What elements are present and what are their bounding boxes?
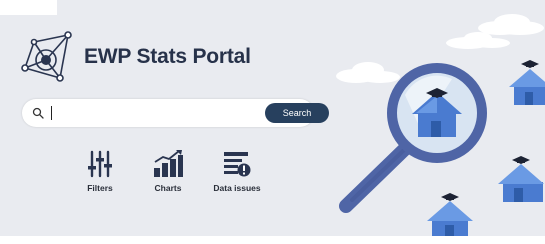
data-issues-label: Data issues <box>213 183 261 193</box>
portal-title: EWP Stats Portal <box>84 45 251 68</box>
search-bar[interactable]: Search <box>22 99 329 127</box>
network-logo-icon <box>21 31 72 82</box>
text-caret <box>51 106 52 120</box>
data-issues-icon <box>224 152 251 177</box>
cloud-icon <box>478 14 544 35</box>
house-graduation-icon <box>509 60 545 105</box>
house-graduation-icon <box>427 193 473 239</box>
magnifier-icon <box>339 63 487 213</box>
charts-link[interactable]: Charts <box>148 150 188 205</box>
data-issues-link[interactable]: Data issues <box>211 150 263 205</box>
search-icon <box>32 107 44 119</box>
cloud-icon <box>336 62 400 83</box>
search-button[interactable]: Search <box>265 103 329 123</box>
charts-label: Charts <box>154 183 182 193</box>
filters-label: Filters <box>87 183 113 193</box>
filters-link[interactable]: Filters <box>80 150 120 205</box>
sliders-icon <box>88 150 112 178</box>
house-graduation-icon <box>498 156 544 202</box>
search-input[interactable] <box>48 104 238 122</box>
bottom-strip <box>0 236 545 244</box>
bar-chart-icon <box>154 150 183 177</box>
